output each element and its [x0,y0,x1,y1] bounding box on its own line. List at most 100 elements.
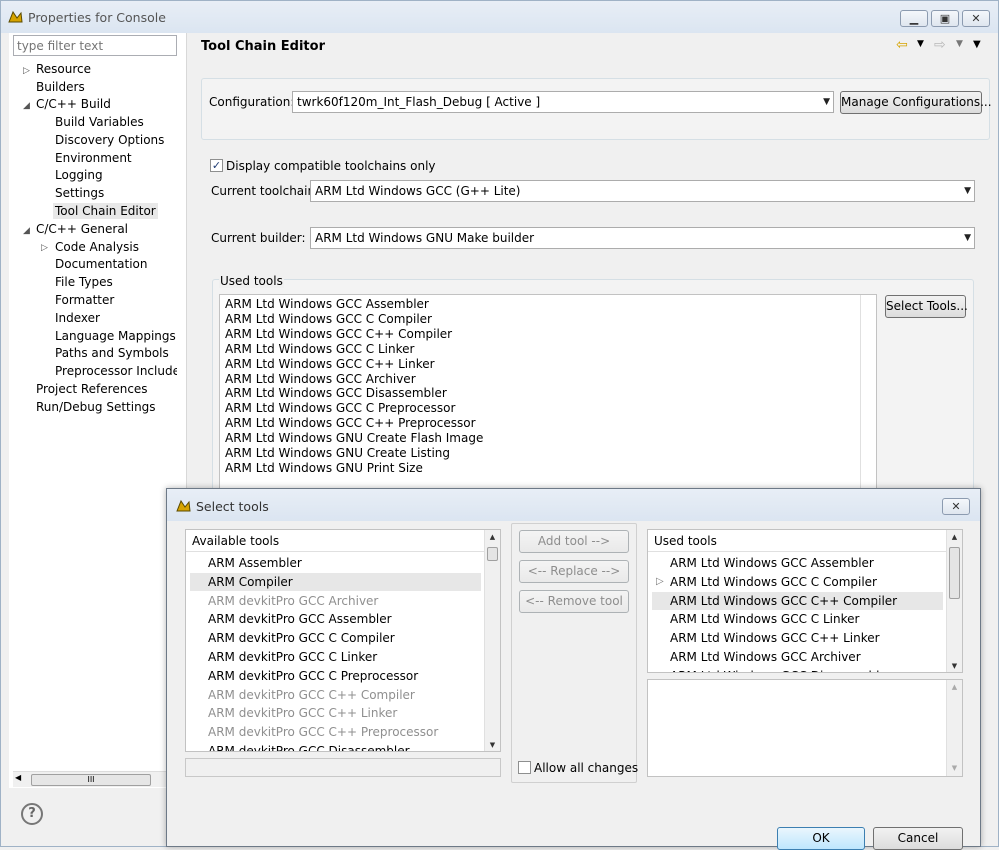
list-item[interactable]: ARM Ltd Windows GCC C++ Compiler [220,327,452,342]
scroll-up-icon[interactable]: ▲ [947,680,962,695]
tree-item-code-analysis[interactable]: Code Analysis [55,238,139,256]
help-icon[interactable]: ? [21,803,43,825]
add-tool-button[interactable]: Add tool --> [519,530,629,553]
forward-menu-icon[interactable]: ▼ [956,39,963,49]
expand-icon[interactable]: ▷ [41,243,48,253]
current-builder-label: Current builder: [211,231,306,245]
list-item[interactable]: ARM Compiler [190,572,481,591]
available-tools-filter[interactable] [185,758,501,777]
close-button[interactable]: ✕ [962,10,990,27]
list-item[interactable]: ARM Ltd Windows GNU Create Flash Image [220,431,483,446]
display-compatible-checkbox[interactable]: ✓ [210,159,223,172]
scroll-down-icon[interactable]: ▼ [947,761,962,776]
used-tools-scrollbar[interactable] [860,295,876,493]
maximize-button[interactable]: ▣ [931,10,959,27]
list-item[interactable]: ARM devkitPro GCC C++ Compiler [190,686,481,704]
forward-arrow-icon[interactable]: ⇨ [934,37,946,53]
tree-item-documentation[interactable]: Documentation [55,255,148,273]
minimize-button[interactable]: ▁ [900,10,928,27]
tree-item-environment[interactable]: Environment [55,149,132,167]
list-item[interactable]: ARM devkitPro GCC C Compiler [190,629,481,647]
tree-item-resource[interactable]: Resource [36,60,91,78]
list-item[interactable]: ARM devkitPro GCC C++ Preprocessor [190,723,481,741]
tree-item-indexer[interactable]: Indexer [55,309,100,327]
scroll-up-icon[interactable]: ▲ [485,530,500,545]
list-item[interactable]: ARM Ltd Windows GCC Assembler [652,554,943,572]
list-item[interactable]: ARM devkitPro GCC Disassembler [190,742,481,751]
back-arrow-icon[interactable]: ⇦ [896,37,908,53]
list-item[interactable]: ARM Ltd Windows GCC C++ Preprocessor [220,416,476,431]
tree-horizontal-scrollbar[interactable]: ◀ III [13,771,173,787]
scroll-thumb[interactable] [949,547,960,599]
tree-item-formatter[interactable]: Formatter [55,291,114,309]
tree-item-builders[interactable]: Builders [36,78,85,96]
list-item[interactable]: ARM Ltd Windows GCC C++ Compiler [652,591,943,610]
list-item[interactable]: ARM Ltd Windows GNU Create Listing [220,446,450,461]
filter-input[interactable] [13,35,177,56]
scroll-thumb[interactable] [487,547,498,561]
list-item[interactable]: ARM Ltd Windows GCC Archiver [220,372,416,387]
list-item[interactable]: ARM Ltd Windows GCC Disassembler [220,386,447,401]
tree-item-cpp-general[interactable]: C/C++ General [36,220,128,238]
list-item[interactable]: ARM Ltd Windows GCC Assembler [220,297,429,312]
list-item[interactable]: ARM Ltd Windows GCC C Compiler [220,312,432,327]
allow-all-changes-checkbox[interactable] [518,761,531,774]
used-tools-list[interactable]: ARM Ltd Windows GCC Assembler ARM Ltd Win… [219,294,877,494]
list-item[interactable]: ARM Ltd Windows GCC C Preprocessor [220,401,455,416]
configuration-select[interactable]: twrk60f120m_Int_Flash_Debug [ Active ] ▼ [292,91,834,113]
tree-item-cpp-build[interactable]: C/C++ Build [36,95,111,113]
dialog-close-button[interactable]: ✕ [942,498,970,515]
available-tools-list[interactable]: Available tools ARM Assembler ARM Compile… [185,529,501,752]
list-item[interactable]: ARM devkitPro GCC C Preprocessor [190,667,481,685]
collapse-icon[interactable]: ◢ [23,101,30,111]
tree-item-discovery-options[interactable]: Discovery Options [55,131,164,149]
tree-item-language-mappings[interactable]: Language Mappings [55,327,176,345]
tree-item-paths-and-symbols[interactable]: Paths and Symbols [55,344,169,362]
list-item[interactable]: ARM Ltd Windows GCC Archiver [652,648,943,666]
description-scrollbar[interactable]: ▲ ▼ [946,680,962,776]
tree-item-run-debug-settings[interactable]: Run/Debug Settings [36,398,156,416]
current-toolchain-select[interactable]: ARM Ltd Windows GCC (G++ Lite) ▼ [310,180,975,202]
back-menu-icon[interactable]: ▼ [917,39,924,49]
list-item[interactable]: ARM devkitPro GCC C++ Linker [190,704,481,722]
list-item[interactable]: ARM devkitPro GCC C Linker [190,648,481,666]
used-tools-label: Used tools [219,274,284,288]
dialog-used-tools-list[interactable]: Used tools ARM Ltd Windows GCC Assembler… [647,529,963,673]
collapse-icon[interactable]: ◢ [23,226,30,236]
current-toolchain-label: Current toolchain: [211,184,320,198]
tree-item-tool-chain-editor[interactable]: Tool Chain Editor [53,202,158,220]
manage-configurations-button[interactable]: Manage Configurations... [840,91,992,114]
list-item[interactable]: ARM Ltd Windows GCC C Linker [652,610,943,628]
scroll-left-icon[interactable]: ◀ [15,773,21,782]
scroll-up-icon[interactable]: ▲ [947,530,962,545]
tree-item-build-variables[interactable]: Build Variables [55,113,144,131]
list-item[interactable]: ARM Ltd Windows GCC C++ Linker [652,629,943,647]
list-item[interactable]: ARM devkitPro GCC Archiver [190,592,481,610]
eclipse-app-icon [8,10,23,24]
tree-item-project-references[interactable]: Project References [36,380,148,398]
list-item[interactable]: ARM Ltd Windows GCC Disassembler [652,667,943,672]
tree-item-settings[interactable]: Settings [55,184,104,202]
remove-tool-button[interactable]: <-- Remove tool [519,590,629,613]
list-item[interactable]: ARM Ltd Windows GNU Print Size [220,461,423,476]
current-builder-select[interactable]: ARM Ltd Windows GNU Make builder ▼ [310,227,975,249]
replace-button[interactable]: <-- Replace --> [519,560,629,583]
view-menu-icon[interactable]: ▼ [973,39,981,50]
list-item[interactable]: ARM Ltd Windows GCC C++ Linker [220,357,435,372]
select-tools-button[interactable]: Select Tools... [885,295,968,318]
list-item-label: ARM Ltd Windows GCC C++ Compiler [670,593,898,608]
list-item[interactable]: ARM devkitPro GCC Assembler [190,610,481,628]
list-item[interactable]: ARM Ltd Windows GCC C Linker [220,342,414,357]
list-item[interactable]: ARM Assembler [190,554,481,572]
scroll-down-icon[interactable]: ▼ [947,659,962,672]
scroll-down-icon[interactable]: ▼ [485,738,500,751]
pointer-icon: ▷ [656,575,664,587]
dialog-used-tools-scrollbar[interactable]: ▲ ▼ [946,530,962,672]
tree-item-preprocessor-include[interactable]: Preprocessor Include Pa [55,362,177,380]
scroll-thumb[interactable]: III [31,774,151,786]
tree-item-file-types[interactable]: File Types [55,273,113,291]
expand-icon[interactable]: ▷ [23,66,30,76]
list-item[interactable]: ▷ ARM Ltd Windows GCC C Compiler [652,573,943,591]
tree-item-logging[interactable]: Logging [55,166,103,184]
available-tools-scrollbar[interactable]: ▲ ▼ [484,530,500,751]
